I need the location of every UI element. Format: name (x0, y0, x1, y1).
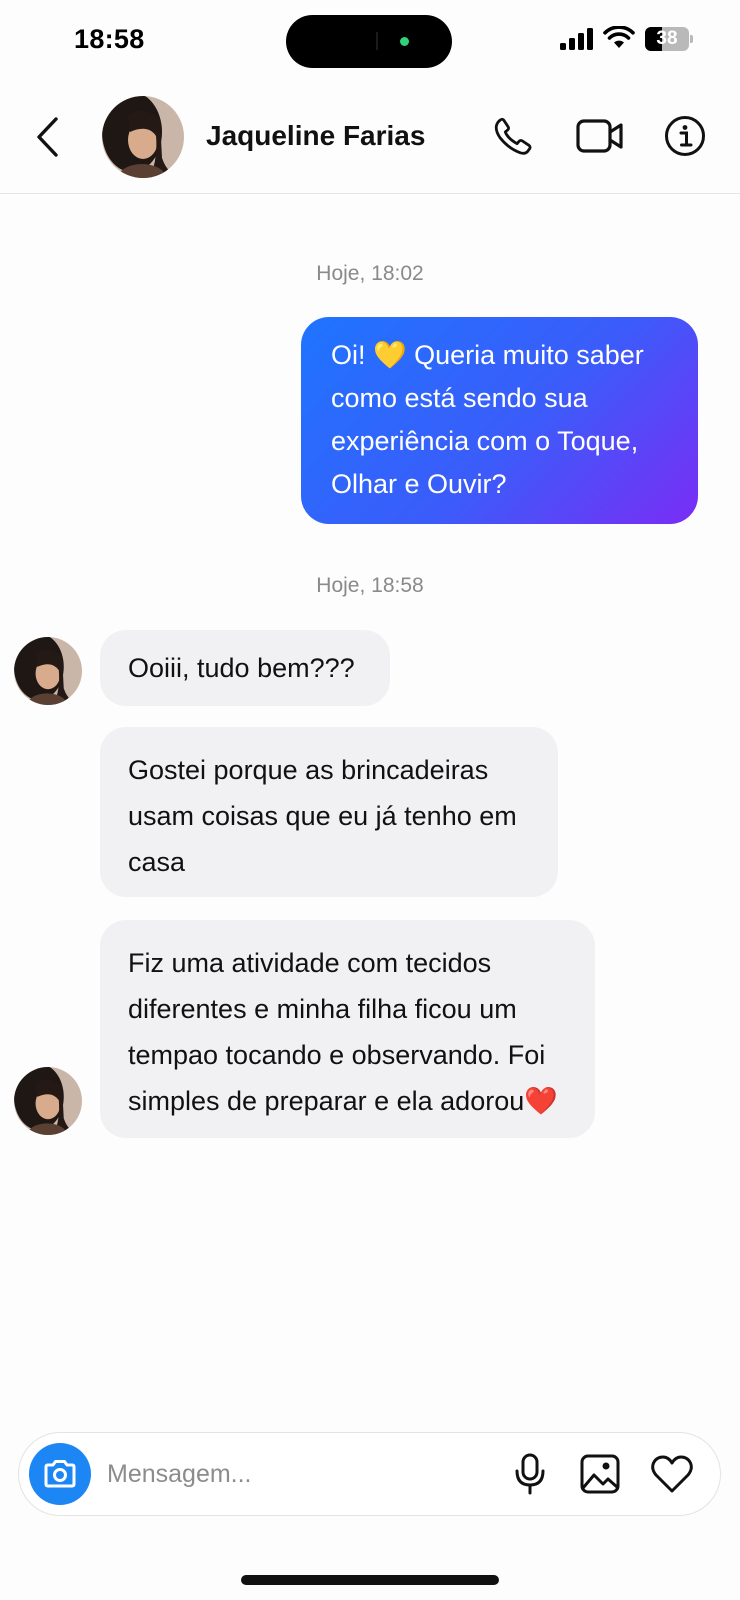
voice-call-button[interactable] (489, 112, 537, 160)
info-button[interactable] (661, 112, 709, 160)
camera-icon (44, 1460, 76, 1488)
battery-icon: 38 (645, 27, 693, 51)
gallery-button[interactable] (575, 1449, 625, 1499)
avatar-photo (14, 1067, 82, 1135)
chat-header: Jaqueline Farias (0, 82, 740, 194)
contact-name[interactable]: Jaqueline Farias (206, 120, 425, 152)
phone-icon (494, 117, 532, 155)
message-timestamp: Hoje, 18:58 (316, 574, 424, 597)
sender-avatar[interactable] (14, 1067, 82, 1135)
outgoing-message[interactable]: Oi! 💛 Queria muito saber como está sendo… (301, 317, 698, 524)
incoming-message[interactable]: Ooiii, tudo bem??? (100, 630, 390, 706)
red-heart-emoji: ❤️ (524, 1086, 558, 1116)
sender-avatar[interactable] (14, 637, 82, 705)
incoming-message[interactable]: Gostei porque as brincadeiras usam coisa… (100, 727, 558, 897)
battery-level: 38 (656, 28, 678, 49)
gallery-icon (580, 1454, 620, 1494)
avatar-photo (14, 637, 82, 705)
info-icon (665, 116, 705, 156)
home-indicator[interactable] (241, 1575, 499, 1585)
back-icon (37, 117, 58, 157)
yellow-heart-emoji: 💛 (373, 340, 407, 370)
cellular-signal-icon (560, 28, 593, 50)
avatar-photo (102, 96, 184, 178)
message-composer (18, 1432, 721, 1516)
status-time: 18:58 (74, 24, 145, 54)
camera-indicator-dot (400, 37, 409, 46)
message-input[interactable] (107, 1453, 477, 1495)
video-call-button[interactable] (576, 112, 624, 160)
message-timestamp: Hoje, 18:02 (316, 262, 424, 285)
message-text: Ooiii, tudo bem??? (128, 653, 355, 683)
dynamic-island (286, 15, 452, 68)
video-camera-icon (576, 119, 623, 153)
message-text: Gostei porque as brincadeiras usam coisa… (128, 755, 517, 877)
back-button[interactable] (30, 112, 66, 162)
message-text: Oi! (331, 340, 374, 370)
microphone-icon (515, 1453, 545, 1495)
camera-button[interactable] (29, 1443, 91, 1505)
voice-message-button[interactable] (505, 1449, 555, 1499)
status-bar: 18:58 38 (0, 0, 740, 82)
heart-icon (651, 1455, 693, 1493)
contact-avatar[interactable] (102, 96, 184, 178)
incoming-message[interactable]: Fiz uma atividade com tecidos diferentes… (100, 920, 595, 1138)
wifi-icon (603, 26, 635, 48)
message-text: Fiz uma atividade com tecidos diferentes… (128, 948, 546, 1116)
like-button[interactable] (647, 1449, 697, 1499)
